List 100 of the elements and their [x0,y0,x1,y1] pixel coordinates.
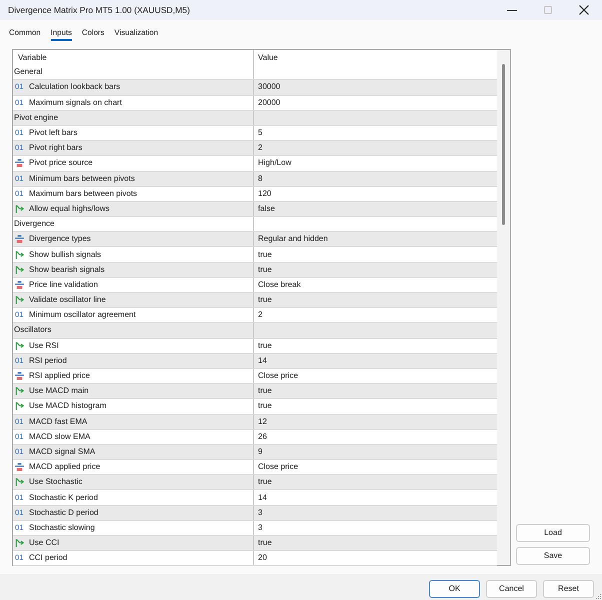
branch-arrow-icon [15,204,24,214]
stacked-bars-icon [15,280,24,289]
column-header: Variable [18,52,47,64]
parameter-row[interactable]: Show bullish signals true [13,247,497,263]
parameter-row[interactable]: Allow equal highs/lows false [13,202,497,218]
branch-arrow-icon [15,340,24,351]
parameter-value: Close price [258,370,298,382]
parameter-name: MACD applied price [29,461,100,474]
parameter-value: 26 [258,430,267,443]
parameter-row[interactable]: Show bearish signals true [13,262,497,278]
parameter-name: Pivot left bars [29,127,78,140]
group-row[interactable]: Divergence [13,217,497,232]
parameter-value: High/Low [258,157,292,170]
branch-arrow-icon [15,250,24,260]
parameter-value: true [258,264,272,276]
ok-button[interactable]: OK [429,580,480,598]
parameter-value: 2 [258,309,262,322]
parameter-value: 14 [258,354,267,367]
parameter-name: Use RSI [29,340,59,352]
parameter-value: 120 [258,188,272,200]
parameter-name: Use MACD main [29,385,89,398]
parameter-name: Pivot price source [29,157,93,170]
parameter-value: true [258,248,272,261]
parameter-value: 20 [258,552,267,564]
parameter-name: MACD slow EMA [29,430,90,443]
parameter-name: Pivot right bars [29,142,82,154]
branch-arrow-icon [15,386,24,396]
branch-arrow-icon [15,401,24,412]
parameter-row[interactable]: Divergence types Regular and hidden [13,232,497,248]
parameter-row[interactable]: Price line validation Close break [13,278,497,293]
parameter-row[interactable]: RSI applied price Close price [13,368,497,384]
column-header: Value [258,52,278,64]
scrollbar-track[interactable] [497,50,510,565]
parameter-name: Show bullish signals [29,248,102,261]
parameter-value: true [258,294,272,306]
parameter-value: true [258,385,272,398]
scrollbar-thumb[interactable] [502,64,505,225]
parameter-name: Maximum bars between pivots [29,188,138,200]
parameter-name: Calculation lookback bars [29,81,120,94]
stacked-bars-icon [15,463,24,472]
parameter-name: Minimum bars between pivots [29,172,135,185]
parameter-name: Validate oscillator line [29,294,106,306]
parameter-name: Allow equal highs/lows [29,202,110,215]
group-label: Divergence [14,218,54,230]
parameter-value: 20000 [258,96,280,109]
parameter-name: Minimum oscillator agreement [29,309,136,322]
close-icon [579,5,589,15]
stacked-bars-icon [15,235,24,244]
parameter-row[interactable]: Use MACD histogram true [13,399,497,414]
parameter-row[interactable]: Use MACD main true [13,384,497,400]
parameter-value: 12 [258,416,267,428]
parameter-row[interactable]: Use CCI true [13,536,497,552]
parameter-value: 2 [258,142,262,154]
group-label: Oscillators [14,324,52,336]
parameter-row[interactable]: Use RSI true [13,338,497,354]
parameter-row[interactable]: Pivot price source High/Low [13,156,497,172]
branch-arrow-icon [15,295,24,306]
load-button[interactable]: Load [516,524,590,542]
cancel-button[interactable]: Cancel [486,580,537,598]
parameter-name: Maximum signals on chart [29,96,122,109]
parameter-row[interactable]: Validate oscillator line true [13,293,497,308]
group-row[interactable]: Pivot engine [13,110,497,126]
parameter-name: Price line validation [29,278,98,291]
group-row[interactable]: Oscillators [13,323,497,339]
parameter-value: 3 [258,506,262,519]
parameter-row[interactable]: Use Stochastic true [13,475,497,490]
branch-arrow-icon [15,264,24,275]
group-label: General [14,66,42,78]
parameter-value: Regular and hidden [258,233,328,246]
parameter-name: Use CCI [29,537,60,550]
parameter-value: true [258,476,272,488]
parameter-value: 8 [258,172,262,185]
parameter-value: true [258,537,272,550]
branch-arrow-icon [15,538,24,548]
parameter-name: Show bearish signals [29,264,105,276]
parameter-value: 9 [258,446,262,458]
parameter-value: Close price [258,461,298,474]
parameter-name: Divergence types [29,233,91,246]
group-label: Pivot engine [14,112,58,124]
parameter-name: MACD fast EMA [29,416,88,428]
stacked-bars-icon [15,372,24,380]
parameter-value: true [258,340,272,352]
stacked-bars-icon [15,159,24,168]
parameter-value: Close break [258,278,301,291]
parameter-name: Use MACD histogram [29,400,106,412]
parameter-name: CCI period [29,552,68,564]
parameter-row[interactable]: MACD applied price Close price [13,460,497,476]
save-button[interactable]: Save [516,547,590,565]
parameter-value: 14 [258,492,267,504]
parameter-value: 3 [258,522,262,534]
parameter-value: 5 [258,127,262,140]
parameter-name: RSI applied price [29,370,90,382]
branch-arrow-icon [15,477,24,488]
parameter-name: Stochastic D period [29,506,98,519]
parameter-value: false [258,202,275,215]
group-row[interactable]: General [13,65,497,80]
reset-button[interactable]: Reset [543,580,594,598]
parameter-name: MACD signal SMA [29,446,96,458]
parameter-name: RSI period [29,354,67,367]
window-title: Divergence Matrix Pro MT5 1.00 (XAUUSD,M5) [7,4,191,16]
